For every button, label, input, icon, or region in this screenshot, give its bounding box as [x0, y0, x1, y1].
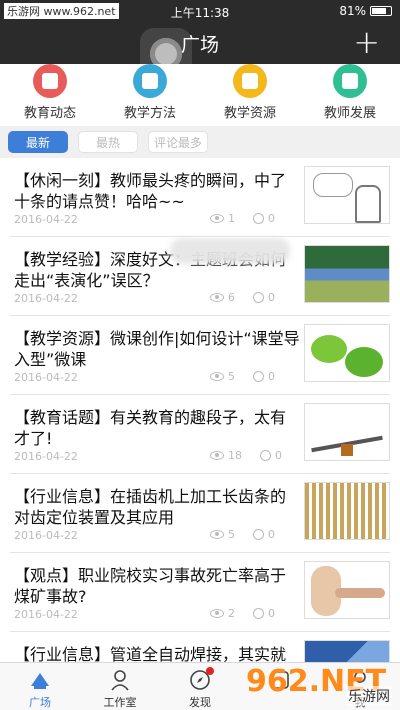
comment-icon [253, 292, 264, 303]
news-icon [33, 64, 67, 98]
battery-icon [370, 6, 392, 16]
watermark-text: 乐游网 [346, 686, 392, 706]
list-item[interactable]: 【休闲一刻】教师最头疼的瞬间，中了十条的请点赞！哈哈~~ 2016-04-22 … [10, 158, 390, 237]
category-teaching-method[interactable]: 教学方法 [100, 64, 200, 122]
article-title: 【教育话题】有关教育的趣段子，太有才了! [14, 408, 287, 448]
article-stats: 2 0 [210, 607, 302, 620]
article-stats: 18 0 [210, 449, 302, 462]
list-item[interactable]: 【行业信息】在插齿机上加工长齿条的对齿定位装置及其应用 2016-04-22 5… [10, 474, 390, 553]
category-label: 教学方法 [123, 106, 176, 121]
eye-icon [210, 372, 224, 381]
view-count: 18 [228, 449, 242, 462]
view-count: 6 [228, 291, 235, 304]
comment-count: 0 [268, 212, 275, 225]
tab-hottest[interactable]: 最热 [78, 131, 138, 153]
category-row: 教育动态 教学方法 教学资源 教师发展 [0, 64, 400, 122]
comment-count: 0 [268, 370, 275, 383]
comment-icon [253, 371, 264, 382]
nav-bar: 广场 + [0, 22, 400, 80]
tab-most-comments[interactable]: 评论最多 [148, 131, 208, 153]
article-title: 【休闲一刻】教师最头疼的瞬间，中了十条的请点赞！哈哈~~ [14, 171, 287, 211]
article-date: 2016-04-22 [14, 371, 78, 384]
tab-label: 发现 [189, 696, 211, 709]
category-label: 教学资源 [223, 106, 276, 121]
article-thumbnail [304, 166, 390, 224]
battery-percent: 81% [339, 4, 366, 18]
list-item[interactable]: 【教学资源】微课创作|如何设计“课堂导入型”微课 2016-04-22 5 0 [10, 316, 390, 395]
article-thumbnail [304, 403, 390, 461]
article-thumbnail [304, 324, 390, 382]
article-thumbnail [304, 245, 390, 303]
article-thumbnail [304, 482, 390, 540]
article-title: 【教学资源】微课创作|如何设计“课堂导入型”微课 [14, 329, 300, 369]
comment-count: 0 [275, 449, 282, 462]
category-label: 教育动态 [23, 106, 76, 121]
comment-count: 0 [268, 528, 275, 541]
article-date: 2016-04-22 [14, 292, 78, 305]
category-label: 教师发展 [323, 106, 376, 121]
view-count: 5 [228, 370, 235, 383]
list-item[interactable]: 【行业信息】管道全自动焊接，其实就这么简单 [10, 632, 390, 662]
article-stats: 6 0 [210, 291, 302, 304]
comment-count: 0 [268, 607, 275, 620]
article-stats: 1 0 [210, 212, 302, 225]
article-stats: 5 0 [210, 528, 302, 541]
article-title: 【观点】职业院校实习事故死亡率高于煤矿事故? [14, 566, 287, 606]
eye-icon [210, 530, 224, 539]
comment-icon [253, 529, 264, 540]
article-title: 【行业信息】管道全自动焊接，其实就这么简单 [14, 645, 287, 662]
comment-count: 0 [268, 291, 275, 304]
person-icon [111, 670, 129, 691]
eye-icon [210, 214, 224, 223]
comment-icon [260, 450, 271, 461]
resources-icon [233, 64, 267, 98]
category-education-news[interactable]: 教育动态 [0, 64, 100, 122]
category-teacher-development[interactable]: 教师发展 [300, 64, 400, 122]
plus-icon[interactable]: + [353, 24, 380, 60]
view-count: 2 [228, 607, 235, 620]
category-teaching-resources[interactable]: 教学资源 [200, 64, 300, 122]
eye-icon [210, 451, 224, 460]
page-title: 广场 [180, 34, 219, 56]
plaza-icon [31, 673, 49, 689]
article-date: 2016-04-22 [14, 608, 78, 621]
tab-label: 广场 [29, 696, 51, 709]
article-date: 2016-04-22 [14, 213, 78, 226]
development-icon [333, 64, 367, 98]
article-stats: 5 0 [210, 370, 302, 383]
list-item[interactable]: 【观点】职业院校实习事故死亡率高于煤矿事故? 2016-04-22 2 0 [10, 553, 390, 632]
status-bar: 乐游网 www.962.net 上午11:38 81% [0, 0, 400, 22]
tab-discover[interactable]: 发现 [160, 663, 240, 710]
article-thumbnail [304, 561, 390, 619]
view-count: 5 [228, 528, 235, 541]
article-thumbnail [304, 640, 390, 662]
article-feed: 【休闲一刻】教师最头疼的瞬间，中了十条的请点赞！哈哈~~ 2016-04-22 … [0, 158, 400, 662]
tab-studio[interactable]: 工作室 [80, 663, 160, 710]
article-date: 2016-04-22 [14, 529, 78, 542]
tab-label: 工作室 [103, 696, 137, 709]
notification-badge [206, 667, 214, 675]
method-icon [133, 64, 167, 98]
tab-latest[interactable]: 最新 [8, 131, 68, 153]
article-title: 【行业信息】在插齿机上加工长齿条的对齿定位装置及其应用 [14, 487, 287, 527]
blur-overlay [170, 238, 290, 264]
comment-icon [253, 213, 264, 224]
sort-tabs: 最新 最热 评论最多 [0, 126, 400, 158]
list-item[interactable]: 【教育话题】有关教育的趣段子，太有才了! 2016-04-22 18 0 [10, 395, 390, 474]
eye-icon [210, 293, 224, 302]
battery-indicator: 81% [339, 4, 392, 18]
comment-icon [253, 608, 264, 619]
tab-plaza[interactable]: 广场 [0, 663, 80, 710]
eye-icon [210, 609, 224, 618]
view-count: 1 [228, 212, 235, 225]
watermark-bottom: 962.NET 乐游网 [246, 664, 396, 706]
article-date: 2016-04-22 [14, 450, 78, 463]
